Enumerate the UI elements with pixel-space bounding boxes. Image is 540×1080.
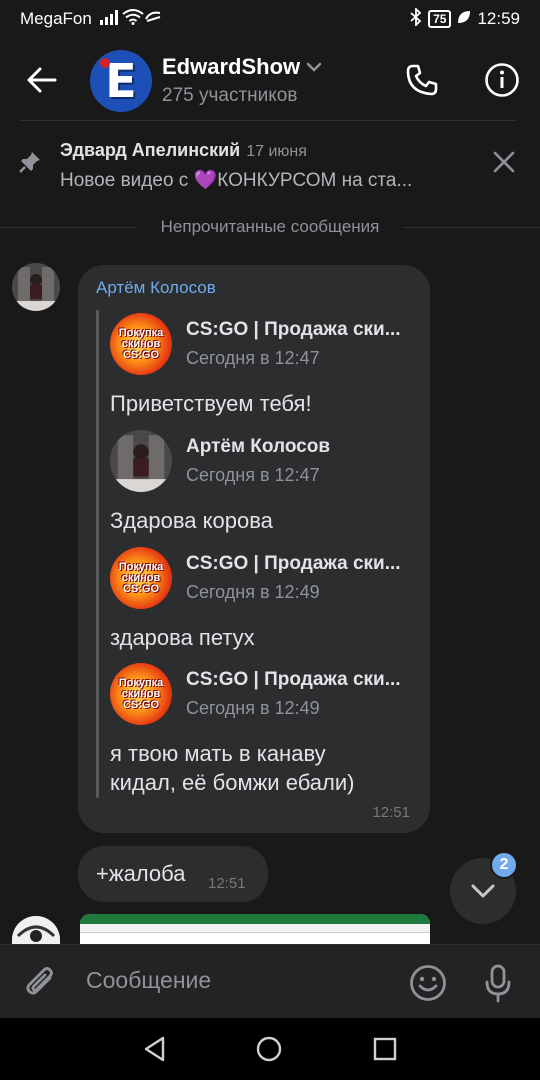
chevron-down-icon (471, 884, 495, 898)
nav-recent-button[interactable] (370, 1034, 400, 1064)
chat-title[interactable]: EdwardShow (162, 54, 322, 80)
forwarded-name: CS:GO | Продажа ски... (186, 319, 401, 340)
sender-avatar[interactable] (12, 916, 60, 944)
chat-avatar[interactable]: E (90, 50, 152, 112)
phone-icon (406, 64, 438, 96)
forwarded-text: здарова петух (110, 625, 255, 650)
call-button[interactable] (400, 58, 444, 102)
forward-bar (96, 310, 99, 798)
forwarded-text: Здарова корова (110, 508, 273, 533)
pinned-message[interactable]: Эдвард Апелинский 17 июня Новое видео с 💜… (0, 128, 540, 204)
group-logo-avatar: Покупка скинов CS:GO (110, 663, 172, 725)
pinned-author-name: Эдвард Апелинский (60, 140, 241, 160)
chat-header: E EdwardShow 275 участников (0, 38, 540, 120)
status-bar: MegaFon 75 12:59 (0, 0, 540, 38)
avatar-dot (100, 58, 110, 68)
bluetooth-icon (410, 6, 422, 31)
forwarded-text: Приветствуем тебя! (110, 391, 312, 416)
nav-back-button[interactable] (140, 1034, 170, 1064)
circle-home-icon (256, 1036, 282, 1062)
forwarded-name: CS:GO | Продажа ски... (186, 669, 401, 690)
battery-indicator: 75 (428, 10, 452, 28)
arrow-left-icon (27, 67, 57, 93)
divider-line (0, 226, 137, 228)
message-time: 12:51 (372, 804, 410, 821)
logo-text: Покупка скинов CS:GO (118, 326, 164, 361)
message-author[interactable]: Артём Колосов (96, 278, 216, 298)
pinned-text: Новое видео с 💜КОНКУРСОМ на ста... (60, 170, 413, 191)
back-button[interactable] (22, 60, 62, 100)
forwarded-name: Артём Колосов (186, 436, 331, 457)
data-saver-icon (144, 9, 162, 30)
message-text: +жалоба (96, 861, 186, 886)
unread-label: Непрочитанные сообщения (160, 217, 380, 236)
message-time: 12:51 (208, 875, 246, 892)
logo-text: Покупка скинов CS:GO (118, 560, 164, 595)
square-recent-icon (373, 1037, 397, 1061)
thumb-tabbar (80, 914, 430, 924)
emoji-button[interactable] (406, 961, 450, 1005)
signal-icon (99, 9, 122, 30)
nav-home-button[interactable] (254, 1034, 284, 1064)
message-bubble[interactable]: Артём Колосов Покупка скинов CS:GO CS:GO… (78, 265, 430, 833)
leaf-icon (457, 9, 471, 29)
forwarded-name: CS:GO | Продажа ски... (186, 553, 401, 574)
system-nav-bar (0, 1018, 540, 1080)
unread-count-badge: 2 (490, 851, 518, 879)
forwarded-time: Сегодня в 12:47 (186, 465, 320, 485)
group-logo-avatar: Покупка скинов CS:GO (110, 547, 172, 609)
message-bubble[interactable]: +жалоба 12:51 (78, 846, 268, 902)
sender-avatar[interactable] (12, 263, 60, 311)
divider-line (403, 226, 540, 228)
chat-title-text: EdwardShow (162, 54, 301, 79)
forwarded-text: я твою мать в канаву кидал, её бомжи еба… (110, 741, 355, 795)
logo-text: Покупка скинов CS:GO (118, 676, 164, 711)
info-icon (485, 63, 519, 97)
forwarded-time: Сегодня в 12:49 (186, 582, 320, 602)
carrier-name: MegaFon (20, 9, 92, 28)
clock: 12:59 (477, 9, 520, 28)
paperclip-icon (26, 967, 53, 995)
forwarded-time: Сегодня в 12:49 (186, 698, 320, 718)
forwarded-time: Сегодня в 12:47 (186, 348, 320, 368)
user-avatar (110, 430, 172, 492)
triangle-back-icon (144, 1036, 165, 1062)
group-logo-avatar: Покупка скинов CS:GO (110, 313, 172, 375)
microphone-icon (485, 964, 511, 1003)
message-composer: Сообщение (0, 944, 540, 1018)
voice-message-button[interactable] (476, 961, 520, 1005)
wifi-icon (122, 8, 144, 30)
smile-icon (410, 965, 446, 1001)
info-button[interactable] (480, 58, 524, 102)
image-attachment[interactable] (80, 914, 430, 946)
pin-icon (18, 150, 42, 179)
thumb-addressbar (80, 924, 430, 933)
header-divider (20, 120, 516, 121)
pinned-date: 17 июня (246, 143, 307, 160)
chevron-down-icon (306, 62, 322, 72)
message-input[interactable]: Сообщение (86, 967, 211, 994)
unread-divider: Непрочитанные сообщения (0, 212, 540, 242)
close-pinned-button[interactable] (488, 146, 520, 178)
chat-members-count: 275 участников (162, 85, 298, 106)
attach-button[interactable] (20, 961, 62, 1003)
pinned-author: Эдвард Апелинский 17 июня (60, 140, 307, 161)
close-icon (493, 151, 515, 173)
